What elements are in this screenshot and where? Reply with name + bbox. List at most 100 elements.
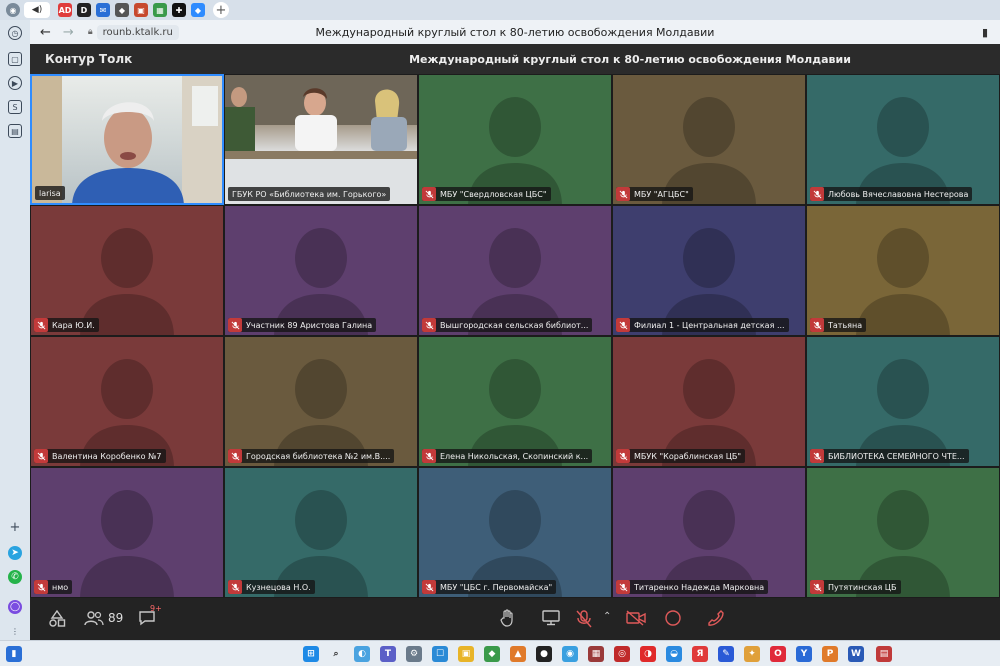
taskbar-store-icon[interactable]: ▣ (458, 646, 474, 662)
browser-tab-bar: ◉ ◀) AD D ✉ ◆ ▣ ▦ ✚ ◆ + (0, 0, 1000, 20)
participant-tile[interactable]: Филиал 1 - Центральная детская ... (612, 205, 806, 336)
telegram-icon[interactable]: ➤ (8, 546, 22, 560)
participant-tile[interactable]: МБУ "ЦБС г. Первомайска" (418, 467, 612, 598)
taskbar-chrome-icon[interactable]: ◉ (562, 646, 578, 662)
video-icon[interactable]: ▶ (8, 76, 22, 90)
taskbar-app-icon-4[interactable]: ▦ (588, 646, 604, 662)
microphone-off-icon (34, 449, 48, 463)
taskbar-opera-icon[interactable]: O (770, 646, 786, 662)
taskbar-search-icon[interactable]: ⌕ (328, 646, 344, 662)
tab-favicon-mail-icon[interactable]: ✉ (96, 3, 110, 17)
taskbar-app-icon-9[interactable]: ✦ (744, 646, 760, 662)
participant-name-badge: Участник 89 Аристова Галина (228, 318, 377, 332)
participant-tile[interactable]: Участник 89 Аристова Галина (224, 205, 418, 336)
windows-start-icon[interactable]: ⊞ (303, 646, 319, 662)
taskbar-explorer-icon[interactable]: ☐ (432, 646, 448, 662)
participant-tile[interactable]: Путятинская ЦБ (806, 467, 1000, 598)
profile-avatar-icon[interactable]: ◉ (6, 3, 20, 17)
camera-button[interactable] (626, 610, 646, 626)
taskbar-yandex-browser-icon[interactable]: Y (796, 646, 812, 662)
participant-name-badge: Филиал 1 - Центральная детская ... (616, 318, 789, 332)
microphone-off-icon (810, 318, 824, 332)
participant-tile[interactable]: МБУК "Кораблинская ЦБ" (612, 336, 806, 467)
shapes-icon[interactable] (48, 610, 66, 628)
whatsapp-icon[interactable]: ✆ (8, 570, 22, 584)
taskbar-word-icon[interactable]: W (848, 646, 864, 662)
taskbar-app-icon-7[interactable]: ◒ (666, 646, 682, 662)
participant-tile[interactable]: Городская библиотека №2 им.В.... (224, 336, 418, 467)
url-field[interactable]: rounb.ktalk.ru (96, 24, 179, 40)
history-icon[interactable]: ◷ (8, 26, 22, 40)
forward-icon[interactable]: → (63, 25, 74, 40)
taskbar-settings-icon[interactable]: ⚙ (406, 646, 422, 662)
microphone-off-icon (616, 449, 630, 463)
tab-favicon-grid-icon[interactable]: ▦ (153, 3, 167, 17)
add-panel-icon[interactable]: + (8, 520, 22, 535)
participant-name: Филиал 1 - Центральная детская ... (634, 320, 785, 330)
people-icon (84, 611, 104, 626)
participant-tile[interactable]: Вышгородская сельская библиот... (418, 205, 612, 336)
record-button[interactable] (664, 609, 682, 627)
taskbar-teams-icon[interactable]: T (380, 646, 396, 662)
participant-tile[interactable]: Елена Никольская, Скопинский к... (418, 336, 612, 467)
bookmark-icon[interactable]: ▮ (982, 26, 988, 39)
tab-favicon-ad-icon[interactable]: AD (58, 3, 72, 17)
tab-favicon-plus-icon[interactable]: ✚ (172, 3, 186, 17)
camera-off-icon (626, 610, 646, 626)
downloads-icon[interactable]: S (8, 100, 22, 114)
app-brand[interactable]: Контур Толк (45, 52, 132, 66)
alice-assistant-icon[interactable]: ◯ (8, 600, 22, 614)
tab-favicon-cube-icon[interactable]: ◆ (115, 3, 129, 17)
back-icon[interactable]: ← (40, 25, 51, 40)
collections-icon[interactable]: ▢ (8, 52, 22, 66)
active-tab[interactable]: ◀) (24, 2, 50, 18)
taskbar-panel-icon[interactable]: ▮ (6, 646, 22, 662)
microphone-button[interactable] (576, 610, 592, 628)
participant-name-badge: Вышгородская сельская библиот... (422, 318, 593, 332)
participants-button[interactable]: 89 (84, 610, 123, 626)
taskbar-widgets-icon[interactable]: ◐ (354, 646, 370, 662)
taskbar-app-icon-5[interactable]: ◎ (614, 646, 630, 662)
tab-favicon-d-icon[interactable]: D (77, 3, 91, 17)
participant-name-badge: Любовь Вячеславовна Нестерова (810, 187, 973, 201)
taskbar-app-icon-11[interactable]: ▤ (876, 646, 892, 662)
participant-tile[interactable]: Валентина Коробенко №7 (30, 336, 224, 467)
microphone-off-icon (422, 318, 436, 332)
app-header: Контур Толк Международный круглый стол к… (30, 44, 1000, 74)
leave-call-button[interactable] (706, 610, 724, 626)
taskbar-app-icon-2[interactable]: ▲ (510, 646, 526, 662)
participant-tile[interactable]: Любовь Вячеславовна Нестерова (806, 74, 1000, 205)
microphone-options-chevron-icon[interactable]: ⌃ (603, 611, 611, 622)
participant-tile[interactable]: МБУ "Свердловская ЦБС" (418, 74, 612, 205)
notes-icon[interactable]: ▤ (8, 124, 22, 138)
participant-name-badge: МБУ "ЦБС г. Первомайска" (422, 580, 557, 594)
microphone-off-icon (422, 449, 436, 463)
participant-tile[interactable]: Кара Ю.И. (30, 205, 224, 336)
participant-tile[interactable]: Титаренко Надежда Марковна (612, 467, 806, 598)
microphone-off-icon (228, 449, 242, 463)
microphone-off-icon (422, 187, 436, 201)
taskbar-app-icon-8[interactable]: ✎ (718, 646, 734, 662)
chat-button[interactable]: 9+ (138, 604, 162, 626)
tab-favicon-diamond-icon[interactable]: ◆ (191, 3, 205, 17)
taskbar-app-icon-3[interactable]: ● (536, 646, 552, 662)
taskbar-app-icon-6[interactable]: ◑ (640, 646, 656, 662)
participant-name: Любовь Вячеславовна Нестерова (828, 189, 969, 199)
taskbar-app-icon-1[interactable]: ◆ (484, 646, 500, 662)
tab-favicon-box-icon[interactable]: ▣ (134, 3, 148, 17)
participant-tile[interactable]: МБУ "АГЦБС" (612, 74, 806, 205)
participant-tile[interactable]: БИБЛИОТЕКА СЕМЕЙНОГО ЧТЕ... (806, 336, 1000, 467)
lock-icon[interactable]: 🔒︎ (88, 27, 93, 37)
participant-tile[interactable]: ГБУК РО «Библиотека им. Горького» (224, 74, 418, 205)
raise-hand-button[interactable] (500, 609, 516, 627)
screen-share-button[interactable] (542, 610, 560, 626)
participant-tile[interactable]: Татьяна (806, 205, 1000, 336)
microphone-off-icon (810, 449, 824, 463)
taskbar-yandex-icon[interactable]: Я (692, 646, 708, 662)
participant-tile[interactable]: Кузнецова Н.О. (224, 467, 418, 598)
taskbar-app-icon-10[interactable]: P (822, 646, 838, 662)
participant-tile[interactable]: larisa (30, 74, 224, 205)
sidebar-menu-icon[interactable]: ⋮ (8, 624, 22, 638)
new-tab-button[interactable]: + (213, 2, 229, 18)
participant-tile[interactable]: нмо (30, 467, 224, 598)
